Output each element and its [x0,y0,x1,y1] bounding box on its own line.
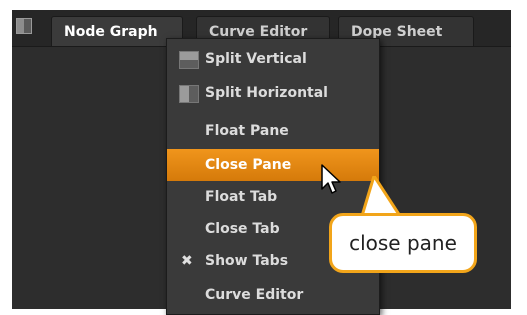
menu-item-label: Curve Editor [205,287,304,303]
tab-label: Node Graph [64,24,158,40]
callout-text: close pane [349,231,457,255]
tab-node-graph[interactable]: Node Graph [51,16,183,46]
annotation-callout: close pane [329,213,477,273]
menu-item-split-horizontal[interactable]: Split Horizontal [167,77,379,109]
pane-context-menu: Split Vertical Split Horizontal Float Pa… [166,38,380,315]
menu-item-close-pane[interactable]: Close Pane [167,149,379,181]
split-vertical-icon [179,51,199,69]
menu-item-label: Close Pane [205,157,292,173]
menu-item-curve-editor[interactable]: Curve Editor [167,279,379,311]
pane-menu-icon[interactable] [16,18,32,34]
callout-pointer-icon [360,176,402,218]
split-horizontal-icon [179,85,199,103]
menu-item-split-vertical[interactable]: Split Vertical [167,43,379,75]
mouse-cursor-icon [321,164,341,194]
menu-item-float-tab[interactable]: Float Tab [167,181,379,213]
menu-item-label: Close Tab [205,221,280,237]
menu-item-float-pane[interactable]: Float Pane [167,115,379,147]
menu-item-label: Float Pane [205,123,289,139]
menu-item-label: Split Vertical [205,51,307,67]
menu-item-label: Float Tab [205,189,278,205]
menu-item-label: Split Horizontal [205,85,328,101]
menu-item-label: Show Tabs [205,253,289,269]
checked-x-icon: ✖ [181,253,193,269]
